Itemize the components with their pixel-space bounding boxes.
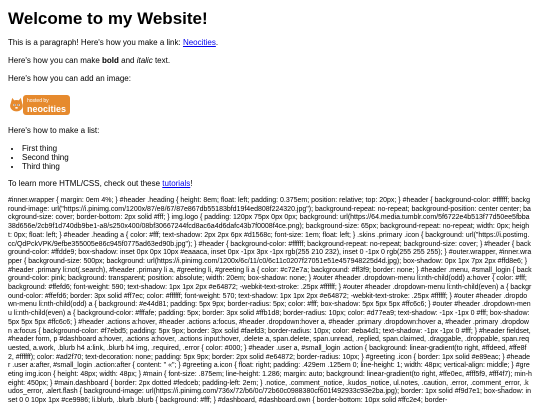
intro-paragraph: This is a paragraph! Here's how you make… [8, 38, 532, 48]
tutorials-link[interactable]: tutorials [162, 179, 190, 188]
list-item: Second thing [22, 153, 532, 162]
neocities-badge: hosted by neocities [8, 92, 70, 118]
list-item: First thing [22, 144, 532, 153]
formatting-text-mid: and [118, 56, 137, 65]
css-text-dump: #inner.wrapper { margin: 0em 4%; } #head… [8, 197, 532, 405]
italic-text: italic [136, 56, 153, 65]
image-paragraph: Here's how you can add an image: [8, 74, 131, 83]
list-intro: Here's how to make a list: [8, 126, 100, 135]
neocities-link[interactable]: Neocities [183, 38, 216, 47]
tutorials-text: To learn more HTML/CSS, check out these [8, 179, 163, 188]
badge-label: hosted by neocities [22, 95, 70, 115]
thing-list: First thing Second thing Third thing [8, 144, 532, 171]
badge-bottom-text: neocities [26, 104, 66, 114]
intro-end: . [215, 38, 219, 47]
tutorials-paragraph: To learn more HTML/CSS, check out these … [8, 179, 532, 189]
page-body: Welcome to my Website! This is a paragra… [0, 0, 540, 412]
bold-text: bold [102, 56, 119, 65]
formatting-text-end: text. [152, 56, 171, 65]
intro-text: This is a paragraph! Here's how you make… [8, 38, 183, 47]
formatting-paragraph: Here's how you can make bold and italic … [8, 56, 532, 66]
tutorials-end: ! [190, 179, 193, 188]
list-item: Third thing [22, 162, 532, 171]
formatting-text: Here's how you can make [8, 56, 103, 65]
page-title: Welcome to my Website! [8, 9, 208, 28]
